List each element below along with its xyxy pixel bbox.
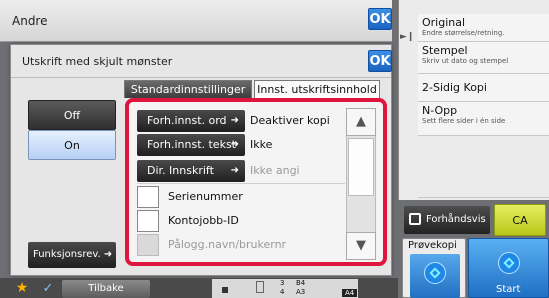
- side-item-original[interactable]: Original Endre størrelse/retning.: [418, 14, 549, 42]
- checkbox-label: Serienummer: [168, 190, 243, 203]
- tray-number: 3: [280, 279, 285, 287]
- paper-tray-status: [212, 279, 358, 298]
- off-button[interactable]: Off: [28, 100, 116, 130]
- side-item-title: Original: [422, 16, 466, 29]
- provekopi-label: Prøvekopi: [408, 240, 457, 251]
- arrow-right-icon: ➜: [230, 115, 239, 126]
- dir-innskrift-button[interactable]: Dir. Innskrift ➜: [137, 160, 245, 182]
- ca-button[interactable]: CA: [494, 204, 546, 236]
- tab-innst-utskriftsinnhold[interactable]: Innst. utskriftsinnhold: [254, 80, 380, 98]
- side-item-title: Stempel: [422, 44, 468, 57]
- selected-paper-size: A4: [342, 289, 358, 297]
- tilbake-button[interactable]: Tilbake: [62, 280, 150, 298]
- forh-innst-tekst-button[interactable]: Forh.innst. tekst ➜: [137, 134, 245, 156]
- tray-indicator-icon: [222, 287, 228, 293]
- funksjonsrev-button[interactable]: Funksjonsrev. ➜: [28, 242, 116, 268]
- side-item-title: N-Opp: [422, 104, 458, 117]
- side-item-nopp[interactable]: N-Opp Sett flere sider i én side: [418, 102, 549, 136]
- preview-icon: [409, 213, 421, 225]
- arrow-right-icon: ➜: [230, 165, 239, 176]
- side-item-subtitle: Endre størrelse/retning.: [422, 29, 505, 37]
- serienummer-checkbox[interactable]: [137, 186, 159, 208]
- ok-button-top[interactable]: OK: [368, 8, 392, 30]
- tray-size: A3: [296, 288, 306, 296]
- scroll-thumb[interactable]: [348, 138, 374, 196]
- star-icon[interactable]: ★: [10, 279, 34, 298]
- tray-number: 4: [280, 288, 285, 296]
- tab-standardinnstillinger[interactable]: Standardinnstillinger: [124, 80, 252, 98]
- side-item-stempel[interactable]: Stempel Skriv ut dato og stempel: [418, 42, 549, 74]
- tray-size: B4: [296, 279, 306, 287]
- forh-innst-ord-button[interactable]: Forh.innst. ord ➜: [137, 110, 245, 132]
- side-item-subtitle: Sett flere sider i én side: [422, 117, 506, 125]
- kontojobb-id-checkbox[interactable]: [137, 210, 159, 232]
- arrow-right-icon: ➜: [100, 249, 113, 260]
- row-value: Deaktiver kopi: [250, 114, 330, 127]
- button-label: Forh.innst. ord: [147, 114, 227, 127]
- button-label: Dir. Innskrift: [147, 164, 214, 177]
- button-label: Funksjonsrev.: [33, 249, 101, 260]
- divider: [137, 183, 345, 184]
- header-bar: [0, 0, 392, 42]
- side-item-title: 2-Sidig Kopi: [422, 81, 487, 94]
- start-label: Start: [496, 284, 521, 295]
- palogg-checkbox[interactable]: [137, 234, 159, 256]
- button-label: Forh.innst. tekst: [147, 138, 236, 151]
- check-icon[interactable]: ✓: [36, 279, 60, 298]
- checkbox-label: Kontojobb-ID: [168, 214, 239, 227]
- scroll-down-icon[interactable]: ▼: [346, 232, 376, 260]
- row-value: Ikke: [250, 138, 273, 151]
- scroll-up-icon[interactable]: ▲: [346, 108, 376, 136]
- on-button[interactable]: On: [28, 130, 116, 160]
- checkbox-label: Pålogg.navn/brukernr: [168, 238, 287, 251]
- paper-icon: [256, 281, 264, 293]
- ok-button-dialog[interactable]: OK: [368, 50, 392, 72]
- arrow-right-icon: ➜: [230, 139, 239, 150]
- divider: [11, 77, 391, 78]
- row-value: Ikke angi: [250, 164, 300, 177]
- dialog-title: Utskrift med skjult mønster: [22, 55, 173, 68]
- side-item-2sidig[interactable]: 2-Sidig Kopi: [418, 74, 549, 102]
- page-title: Andre: [12, 14, 48, 28]
- collapse-arrow-icon[interactable]: ►❙: [400, 32, 414, 42]
- side-item-empty: [418, 136, 549, 198]
- side-item-subtitle: Skriv ut dato og stempel: [422, 57, 509, 65]
